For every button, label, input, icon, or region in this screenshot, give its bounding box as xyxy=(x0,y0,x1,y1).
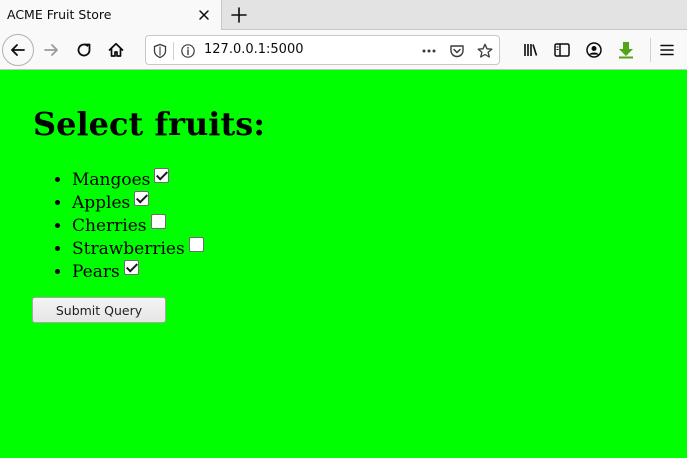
arrow-left-icon xyxy=(11,44,25,56)
mangoes-checkbox[interactable] xyxy=(154,168,170,183)
account-button[interactable] xyxy=(578,34,610,66)
fruit-label: Apples xyxy=(72,193,131,213)
home-icon xyxy=(108,42,124,57)
fruit-list: Mangoes Apples Cherries Strawberries Pea… xyxy=(72,168,204,283)
arrow-right-icon xyxy=(44,44,58,56)
back-button[interactable] xyxy=(2,34,34,66)
fruit-item-cherries: Cherries xyxy=(72,214,204,237)
fruit-item-pears: Pears xyxy=(72,260,204,283)
fruit-item-apples: Apples xyxy=(72,191,204,214)
shield-icon[interactable] xyxy=(152,43,168,59)
library-button[interactable] xyxy=(515,34,547,66)
pears-checkbox[interactable] xyxy=(123,260,139,275)
home-button[interactable] xyxy=(100,34,132,66)
fruit-item-mangoes: Mangoes xyxy=(72,168,204,191)
account-icon xyxy=(586,42,602,58)
plus-icon[interactable] xyxy=(229,5,249,25)
fruit-label: Mangoes xyxy=(72,170,151,190)
forward-button[interactable] xyxy=(35,34,67,66)
navigation-toolbar: 127.0.0.1:5000 xyxy=(0,30,687,70)
tab-strip: ACME Fruit Store xyxy=(0,0,687,31)
address-bar[interactable]: 127.0.0.1:5000 xyxy=(145,35,500,65)
url-separator xyxy=(173,42,174,60)
sidebar-icon xyxy=(554,43,570,57)
menu-button[interactable] xyxy=(651,34,683,66)
fruit-item-strawberries: Strawberries xyxy=(72,237,204,260)
downloads-button[interactable] xyxy=(610,34,642,66)
fruit-label: Strawberries xyxy=(72,239,185,259)
download-icon xyxy=(619,42,633,59)
apples-checkbox[interactable] xyxy=(134,191,150,206)
hamburger-menu-icon xyxy=(660,44,674,56)
page-content: Select fruits: Mangoes Apples Cherries S… xyxy=(0,71,687,458)
strawberries-checkbox[interactable] xyxy=(188,237,204,252)
fruit-label: Cherries xyxy=(72,216,147,236)
pocket-icon[interactable] xyxy=(449,43,465,59)
url-text: 127.0.0.1:5000 xyxy=(204,42,304,57)
tab-acme-fruit-store[interactable]: ACME Fruit Store xyxy=(0,0,222,31)
reload-button[interactable] xyxy=(68,34,100,66)
cherries-checkbox[interactable] xyxy=(150,214,166,229)
reload-icon xyxy=(77,43,91,57)
tab-title: ACME Fruit Store xyxy=(7,7,112,22)
more-horizontal-icon[interactable] xyxy=(421,43,437,59)
star-icon[interactable] xyxy=(477,43,493,59)
library-icon xyxy=(524,44,538,56)
fruit-label: Pears xyxy=(72,262,120,282)
submit-button[interactable]: Submit Query xyxy=(32,297,166,323)
info-icon[interactable] xyxy=(180,43,196,59)
sidebar-button[interactable] xyxy=(546,34,578,66)
page-heading: Select fruits: xyxy=(33,105,266,143)
close-icon[interactable] xyxy=(196,7,212,23)
